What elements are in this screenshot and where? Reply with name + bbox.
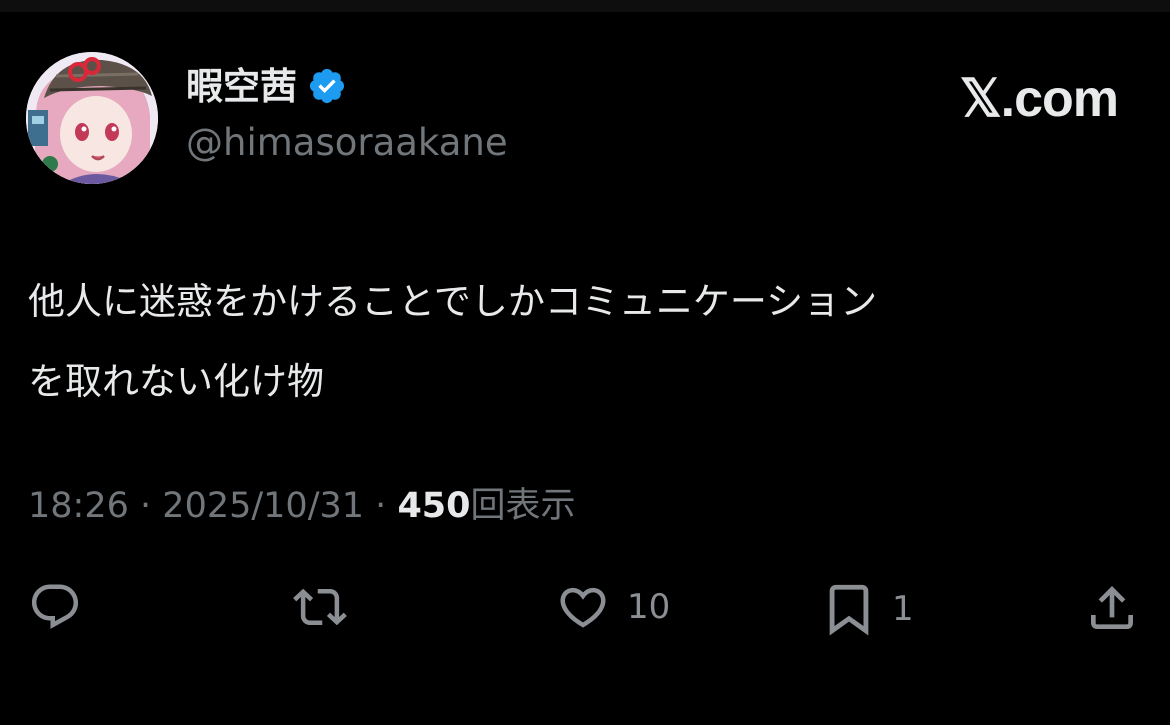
views-label: 回表示 [470,486,576,526]
meta-separator: · [375,486,387,526]
share-icon [1091,586,1133,629]
tweet-time[interactable]: 18:26 [28,486,129,526]
tweet-meta: 18:26 · 2025/10/31 · 450回表示 [28,484,576,528]
tweet-text-line: を取れない化け物 [28,360,324,403]
reply-button[interactable] [26,580,98,634]
bookmark-count: 1 [892,589,914,629]
x-com-brand: 𝕏.com [959,70,1119,128]
like-button[interactable]: 10 [553,580,670,634]
tweet-date[interactable]: 2025/10/31 [162,486,364,526]
display-name[interactable]: 暇空茜 [186,68,297,105]
share-button[interactable] [1084,580,1154,636]
avatar[interactable] [26,52,158,184]
tweet-text: 他人に迷惑をかけることでしかコミュニケーション を取れない化け物 [28,262,1138,422]
repost-icon [293,588,347,626]
bookmark-icon [829,584,869,636]
tweet-text-line: 他人に迷惑をかけることでしかコミュニケーション [28,280,878,323]
verified-badge-icon [309,68,345,104]
top-edge-strip [0,0,1170,12]
avatar-illustration [26,52,158,184]
reply-icon [31,584,79,629]
user-handle[interactable]: @himasoraakane [186,124,508,161]
author-name-row[interactable]: 暇空茜 [186,66,347,106]
bookmark-button[interactable]: 1 [820,580,914,638]
repost-button[interactable] [288,580,366,634]
views-count: 450 [397,486,471,526]
like-count: 10 [627,587,671,627]
heart-icon [560,587,606,628]
meta-separator: · [140,486,152,526]
